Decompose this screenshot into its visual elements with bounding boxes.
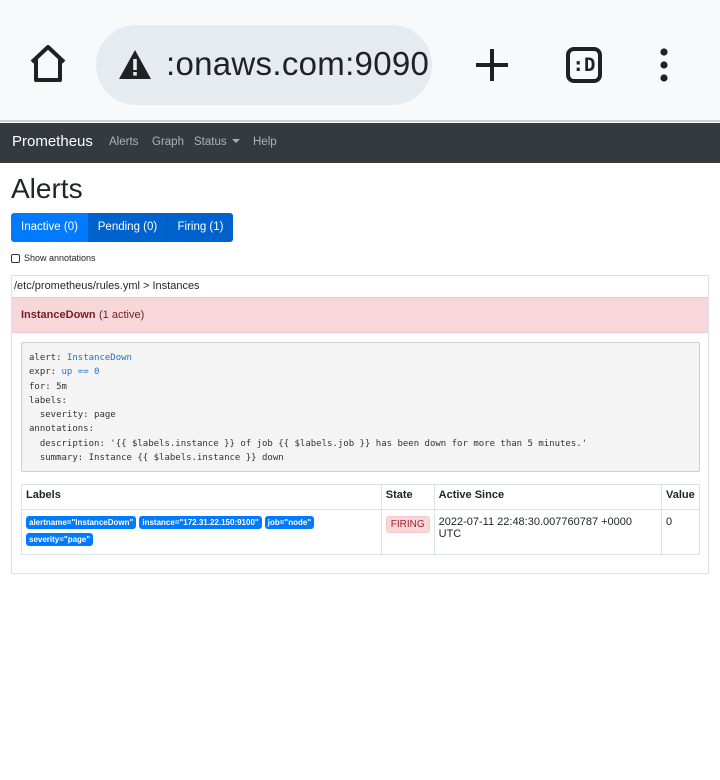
label-badge-alertname: alertname="InstanceDown" (26, 516, 137, 529)
browser-toolbar: :onaws.com:9090 :D (0, 0, 720, 122)
value-cell: 0 (660, 509, 701, 555)
header-state: State (380, 484, 435, 510)
label-badge-severity: severity="page" (26, 533, 94, 546)
filter-pending-button[interactable]: Pending (0) (88, 213, 167, 242)
rule-file-path: /etc/prometheus/rules.yml > Instances (14, 280, 200, 292)
header-active-since: Active Since (433, 484, 662, 510)
filter-firing-button[interactable]: Firing (1) (167, 213, 233, 242)
def-alert-value[interactable]: InstanceDown (67, 353, 132, 363)
nav-link-help[interactable]: Help (253, 136, 277, 148)
def-labels: labels: (29, 395, 67, 406)
nav-link-graph[interactable]: Graph (152, 136, 184, 148)
def-alert-key: alert: (29, 353, 67, 363)
address-bar[interactable]: :onaws.com:9090 (96, 25, 432, 105)
label-badge-instance: instance="172.31.22.150:9100" (139, 516, 262, 529)
labels-cell: alertname="InstanceDown" instance="172.3… (21, 509, 382, 555)
prometheus-navbar: Prometheus Alerts Graph Status Help (0, 123, 720, 163)
plus-icon[interactable] (472, 45, 512, 85)
rule-group-panel: /etc/prometheus/rules.yml > Instances In… (11, 275, 709, 574)
nav-link-status-label: Status (194, 136, 227, 148)
alert-rule-name: InstanceDown (21, 309, 96, 321)
more-vert-icon[interactable] (652, 47, 676, 83)
show-annotations-toggle[interactable]: Show annotations (11, 252, 96, 264)
alert-active-count: (1 active) (99, 309, 145, 321)
caret-down-icon (231, 139, 240, 143)
def-annotations: annotations: (29, 424, 95, 435)
def-summary: summary: Instance {{ $labels.instance }}… (29, 453, 284, 464)
def-expr-value[interactable]: up == 0 (62, 367, 100, 377)
home-icon[interactable] (26, 42, 70, 86)
def-for: for: 5m (29, 381, 67, 392)
alert-rule-definition: alert: InstanceDown expr: up == 0 for: 5… (21, 342, 700, 472)
state-cell: FIRING (380, 509, 435, 555)
tab-switcher-button[interactable]: :D (566, 47, 602, 83)
alert-state-filter: Inactive (0) Pending (0) Firing (1) (11, 213, 233, 242)
active-since-cell: 2022-07-11 22:48:30.007760787 +0000 UTC (433, 509, 662, 555)
url-text: :onaws.com:9090 (166, 45, 430, 82)
table-header-row: Labels State Active Since Value (21, 484, 701, 510)
nav-link-status[interactable]: Status (194, 136, 240, 148)
header-labels: Labels (21, 484, 382, 510)
header-value: Value (660, 484, 701, 510)
page-title: Alerts (11, 173, 83, 204)
label-badge-job: job="node" (264, 516, 315, 529)
def-description: description: '{{ $labels.instance }} of … (29, 438, 588, 449)
filter-inactive-button[interactable]: Inactive (0) (11, 213, 88, 242)
state-badge: FIRING (385, 516, 430, 533)
nav-link-alerts[interactable]: Alerts (109, 136, 138, 148)
table-row: alertname="InstanceDown" instance="172.3… (21, 509, 701, 555)
warning-icon[interactable] (118, 49, 152, 81)
active-alerts-table: Labels State Active Since Value alertnam… (21, 484, 701, 555)
show-annotations-label: Show annotations (24, 253, 96, 263)
alert-rule-header[interactable]: InstanceDown (1 active) (12, 297, 708, 333)
def-expr-key: expr: (29, 367, 62, 378)
navbar-brand[interactable]: Prometheus (12, 133, 93, 150)
def-severity: severity: page (29, 410, 116, 421)
show-annotations-checkbox[interactable] (11, 253, 20, 263)
